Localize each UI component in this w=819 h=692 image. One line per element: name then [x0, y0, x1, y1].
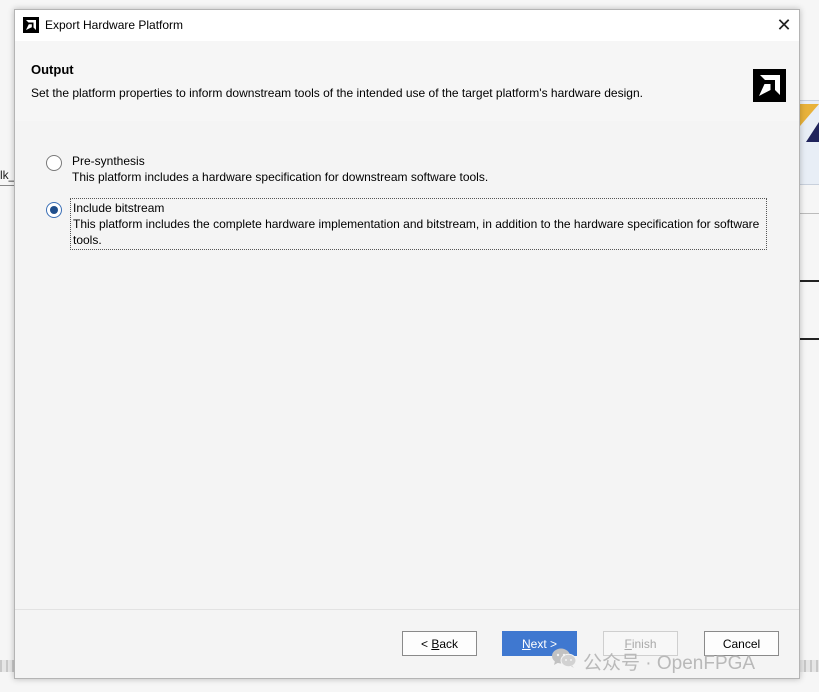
radio-include-bitstream[interactable] [46, 202, 62, 218]
radio-pre-synthesis[interactable] [46, 155, 62, 171]
watermark-text: 公众号 · OpenFPGA [583, 652, 756, 674]
back-mnemonic: B [431, 636, 440, 651]
close-icon[interactable]: ✕ [769, 10, 799, 41]
background-logo-blue [806, 122, 819, 142]
footer-divider [15, 609, 799, 610]
background-wire [0, 185, 14, 186]
page-description: Set the platform properties to inform do… [31, 86, 643, 100]
option-text: Include bitstream This platform includes… [70, 198, 767, 250]
option-text: Pre-synthesis This platform includes a h… [70, 152, 767, 186]
option-description: This platform includes a hardware specif… [72, 170, 489, 184]
back-label-rest: ack [439, 636, 459, 651]
background-divider [800, 213, 819, 214]
option-title: Pre-synthesis [72, 154, 145, 168]
next-mnemonic: N [521, 636, 531, 651]
watermark: 公众号 · OpenFPGA [551, 648, 755, 674]
option-description: This platform includes the complete hard… [73, 217, 760, 247]
background-wire [800, 280, 819, 282]
back-label-prefix: < [420, 636, 432, 651]
export-hardware-platform-dialog: Export Hardware Platform ✕ Output Set th… [14, 9, 800, 679]
dialog-title: Export Hardware Platform [45, 18, 184, 32]
background-wire [800, 338, 819, 340]
amd-logo-icon [753, 69, 786, 102]
amd-logo-icon [23, 17, 39, 33]
page-title: Output [31, 62, 74, 77]
option-title: Include bitstream [73, 201, 165, 215]
back-button[interactable]: < Back [402, 631, 477, 656]
wechat-icon [551, 647, 577, 675]
wizard-header: Output Set the platform properties to in… [15, 41, 799, 121]
dialog-titlebar: Export Hardware Platform ✕ [15, 10, 799, 41]
